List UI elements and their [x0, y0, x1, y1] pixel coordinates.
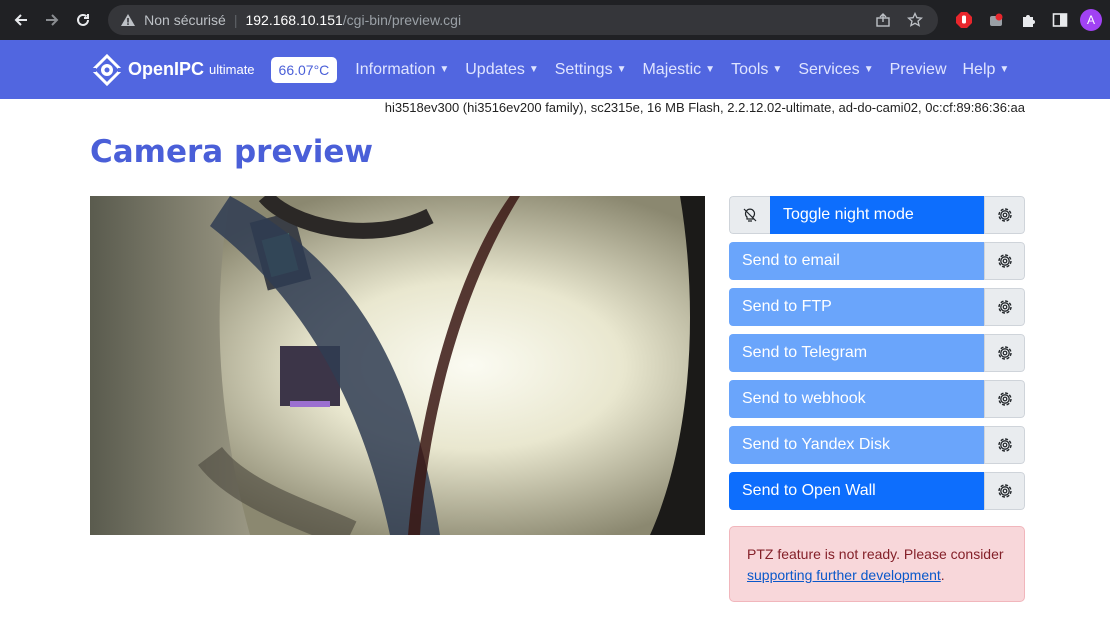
- send-to-yandex-disk-button[interactable]: Send to Yandex Disk: [729, 426, 984, 464]
- caret-down-icon: ▼: [705, 64, 716, 75]
- reload-icon[interactable]: [71, 7, 96, 33]
- brand-name: OpenIPC: [128, 59, 205, 79]
- yandex-settings-gear-icon[interactable]: [984, 426, 1025, 464]
- menu-updates[interactable]: Updates ▼: [457, 61, 547, 79]
- ptz-alert: PTZ feature is not ready. Please conside…: [729, 526, 1025, 602]
- support-development-link[interactable]: supporting further development: [747, 567, 941, 583]
- caret-down-icon: ▼: [616, 64, 627, 75]
- send-to-open-wall-button[interactable]: Send to Open Wall: [729, 472, 984, 510]
- menu-majestic[interactable]: Majestic ▼: [634, 61, 723, 79]
- action-panel: Toggle night mode Send to email Send to …: [729, 196, 1025, 518]
- send-to-email-button[interactable]: Send to email: [729, 242, 984, 280]
- adblock-extension-icon[interactable]: [952, 8, 976, 32]
- caret-down-icon: ▼: [439, 64, 450, 75]
- caret-down-icon: ▼: [528, 64, 539, 75]
- device-info: hi3518ev300 (hi3516ev200 family), sc2315…: [384, 100, 1025, 115]
- email-settings-gear-icon[interactable]: [984, 242, 1025, 280]
- menu-help[interactable]: Help ▼: [955, 61, 1018, 79]
- menu-preview[interactable]: Preview: [882, 61, 955, 79]
- menu-services[interactable]: Services ▼: [790, 61, 881, 79]
- menu-settings[interactable]: Settings ▼: [547, 61, 635, 79]
- toggle-night-mode-button[interactable]: Toggle night mode: [770, 196, 984, 234]
- camera-preview-image: [90, 196, 705, 535]
- openipc-logo-icon: [90, 53, 124, 86]
- brand-logo-link[interactable]: OpenIPC ultimate: [90, 53, 255, 87]
- send-to-telegram-button[interactable]: Send to Telegram: [729, 334, 984, 372]
- security-label[interactable]: Non sécurisé: [144, 12, 226, 28]
- caret-down-icon: ▼: [772, 64, 783, 75]
- temperature-badge: 66.07°C: [270, 56, 338, 83]
- menu-tools[interactable]: Tools ▼: [723, 61, 790, 79]
- send-to-webhook-button[interactable]: Send to webhook: [729, 380, 984, 418]
- url-separator: |: [233, 12, 238, 28]
- lightbulb-off-icon: [729, 196, 770, 234]
- url-host: 192.168.10.151: [245, 12, 343, 28]
- browser-toolbar: Non sécurisé | 192.168.10.151 /cgi-bin/p…: [0, 0, 1110, 40]
- caret-down-icon: ▼: [863, 64, 874, 75]
- page-title: Camera preview: [90, 134, 373, 170]
- caret-down-icon: ▼: [999, 64, 1010, 75]
- main-menu: Information ▼ Updates ▼ Settings ▼ Majestic…: [347, 61, 1017, 79]
- menu-information[interactable]: Information ▼: [347, 61, 457, 79]
- url-path: /cgi-bin/preview.cgi: [342, 12, 462, 28]
- address-bar[interactable]: Non sécurisé | 192.168.10.151 /cgi-bin/p…: [108, 5, 939, 35]
- alert-text: PTZ feature is not ready. Please conside…: [747, 546, 1004, 562]
- brand-edition: ultimate: [209, 62, 255, 77]
- profile-avatar[interactable]: A: [1080, 9, 1103, 31]
- send-to-ftp-button[interactable]: Send to FTP: [729, 288, 984, 326]
- forward-icon[interactable]: [39, 7, 64, 33]
- share-icon[interactable]: [872, 9, 894, 31]
- extension-icon[interactable]: [984, 8, 1008, 32]
- night-mode-settings-gear-icon[interactable]: [984, 196, 1025, 234]
- app-navbar: OpenIPC ultimate 66.07°C Information ▼ Up…: [0, 40, 1110, 99]
- open-wall-settings-gear-icon[interactable]: [984, 472, 1025, 510]
- puzzle-icon[interactable]: [1016, 8, 1040, 32]
- webhook-settings-gear-icon[interactable]: [984, 380, 1025, 418]
- telegram-settings-gear-icon[interactable]: [984, 334, 1025, 372]
- back-icon[interactable]: [8, 7, 33, 33]
- alert-suffix: .: [940, 567, 945, 583]
- warning-icon[interactable]: [120, 12, 136, 28]
- ftp-settings-gear-icon[interactable]: [984, 288, 1025, 326]
- star-icon[interactable]: [904, 9, 926, 31]
- side-panel-icon[interactable]: [1048, 8, 1072, 32]
